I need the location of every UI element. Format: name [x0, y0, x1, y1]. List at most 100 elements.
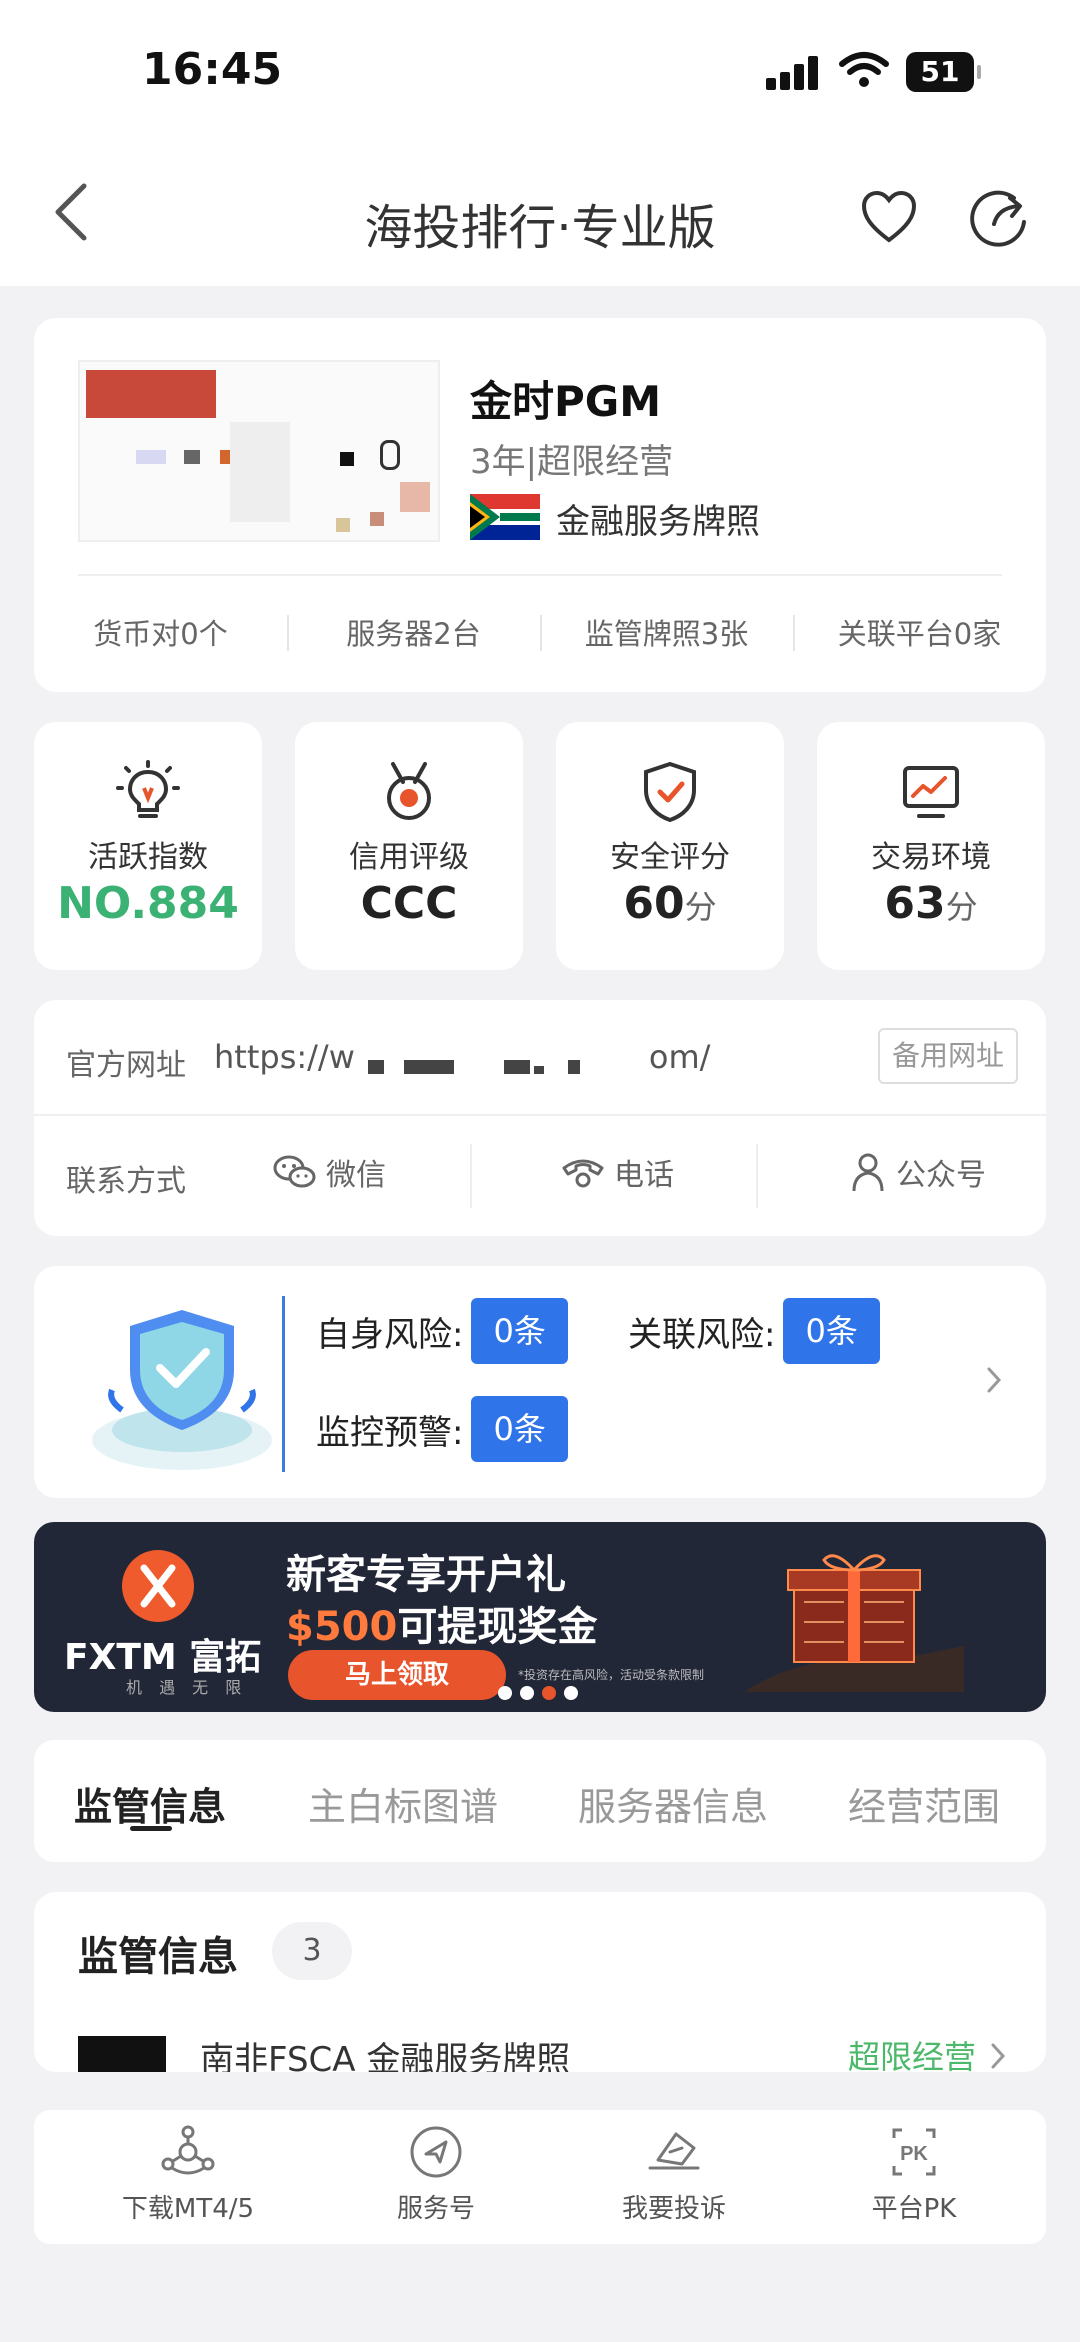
score-value: 60分: [623, 878, 717, 929]
broker-logo: [78, 360, 440, 542]
self-risk[interactable]: 自身风险: 0条: [316, 1298, 568, 1364]
carousel-dot-active[interactable]: [542, 1686, 556, 1700]
wifi-icon: [839, 52, 889, 87]
south-africa-flag-icon: [470, 494, 540, 540]
phone-button[interactable]: 电话: [560, 1150, 674, 1194]
divider: [756, 1144, 758, 1208]
contact-label: 联系方式: [66, 1164, 186, 1199]
service-account-button[interactable]: 服务号: [336, 2124, 536, 2225]
svg-text:PK: PK: [900, 2143, 928, 2165]
shield-check-icon: [644, 761, 696, 823]
redacted-mark: [368, 1060, 384, 1074]
stat-currency-pairs[interactable]: 货币对0个: [34, 611, 287, 653]
fxtm-logo-icon: [122, 1550, 194, 1622]
related-risk-badge: 0条: [783, 1298, 880, 1364]
score-value: 63分: [884, 878, 978, 929]
complaint-icon: [648, 2132, 700, 2170]
chevron-right-icon: [987, 1367, 1002, 1393]
battery-indicator: 51: [906, 52, 981, 92]
stat-licenses[interactable]: 监管牌照3张: [540, 611, 793, 653]
score-tile-activity[interactable]: 活跃指数 NO.884: [34, 722, 262, 970]
divider: [470, 1144, 472, 1208]
redacted-mark: [404, 1060, 454, 1074]
self-risk-badge: 0条: [471, 1298, 568, 1364]
regulation-section: 监管信息 3 南非FSCA 金融服务牌照 超限经营: [34, 1892, 1046, 2072]
score-value: NO.884: [57, 878, 239, 929]
stat-servers[interactable]: 服务器2台: [287, 611, 540, 653]
score-label: 信用评级: [349, 840, 469, 875]
website-label: 官方网址: [66, 1048, 186, 1083]
claim-button[interactable]: 马上领取: [288, 1650, 506, 1700]
banner-title: 新客专享开户礼: [286, 1552, 566, 1598]
stat-related-platforms[interactable]: 关联平台0家: [793, 611, 1046, 653]
score-tile-safety[interactable]: 安全评分 60分: [556, 722, 784, 970]
website-url[interactable]: https://w om/: [214, 1038, 710, 1076]
person-icon: [852, 1153, 884, 1192]
tab-business-scope[interactable]: 经营范围: [848, 1776, 1000, 1831]
bottom-label: 服务号: [396, 2194, 475, 2224]
broker-card: 金时PGM 3年|超限经营 金融服务牌照 货币对0个 服务器2台 监管牌照3张 …: [34, 318, 1046, 692]
banner-disclaimer: *投资存在高风险，活动受条款限制: [518, 1668, 705, 1682]
broker-name: 金时PGM: [470, 377, 662, 426]
header: 16:45 51 海投排行·专业版: [0, 0, 1080, 286]
page-title: 海投排行·专业版: [364, 200, 716, 256]
redacted-mark: [504, 1060, 530, 1074]
related-risk[interactable]: 关联风险: 0条: [628, 1298, 880, 1364]
monitor-warning[interactable]: 监控预警: 0条: [316, 1396, 568, 1462]
banner-brand: FXTM 富拓: [64, 1637, 262, 1678]
score-tile-credit[interactable]: 信用评级 CCC: [295, 722, 523, 970]
medal-icon: [387, 762, 431, 820]
shield-illustration-icon: [92, 1310, 272, 1470]
lightbulb-icon: [116, 760, 180, 818]
score-value: CCC: [360, 878, 458, 929]
phone-icon: [562, 1159, 604, 1188]
license-status: 超限经营: [847, 2038, 976, 2072]
risk-card[interactable]: 自身风险: 0条 关联风险: 0条 监控预警: 0条: [34, 1266, 1046, 1498]
banner-subtitle: $500可提现奖金: [286, 1604, 598, 1650]
tab-server-info[interactable]: 服务器信息: [578, 1776, 768, 1831]
banner-tagline: 机 遇 无 限: [126, 1678, 248, 1697]
carousel-dot[interactable]: [520, 1686, 534, 1700]
complaint-button[interactable]: 我要投诉: [574, 2124, 774, 2225]
monitor-warning-badge: 0条: [471, 1396, 568, 1462]
carousel-dot[interactable]: [564, 1686, 578, 1700]
gift-box-icon: [744, 1554, 964, 1692]
broker-subtitle: 3年|超限经营: [470, 442, 674, 482]
status-time: 16:45: [142, 44, 283, 95]
compass-icon: [410, 2126, 462, 2178]
redacted-mark: [534, 1066, 544, 1074]
pk-icon: PK: [892, 2128, 936, 2176]
promo-banner[interactable]: FXTM 富拓 机 遇 无 限 新客专享开户礼 $500可提现奖金 马上领取 *…: [34, 1522, 1046, 1712]
wechat-button[interactable]: 微信: [272, 1150, 386, 1194]
section-title: 监管信息: [78, 1934, 238, 1980]
share-icon[interactable]: [970, 188, 1030, 248]
divider: [282, 1296, 285, 1472]
count-badge: 3: [272, 1922, 352, 1980]
score-tile-trading-env[interactable]: 交易环境 63分: [817, 722, 1045, 970]
divider: [34, 1114, 1046, 1116]
broker-license: 金融服务牌照: [556, 502, 760, 542]
wechat-icon: [273, 1155, 316, 1188]
tab-regulation[interactable]: 监管信息: [74, 1776, 226, 1831]
score-label: 交易环境: [871, 840, 991, 875]
network-icon: [161, 2125, 215, 2175]
section-tabs: 监管信息 主白标图谱 服务器信息 经营范围: [34, 1740, 1046, 1862]
backup-url-button[interactable]: 备用网址: [878, 1028, 1018, 1084]
platform-pk-button[interactable]: PK 平台PK: [814, 2124, 1014, 2225]
bottom-label: 我要投诉: [621, 2194, 726, 2224]
score-label: 安全评分: [610, 840, 730, 875]
divider: [78, 574, 1002, 576]
heart-icon[interactable]: [860, 190, 918, 244]
carousel-dot[interactable]: [498, 1686, 512, 1700]
license-item-name[interactable]: 南非FSCA 金融服务牌照: [200, 2032, 570, 2072]
official-account-button[interactable]: 公众号: [848, 1150, 986, 1194]
fsca-logo-icon: [78, 2036, 166, 2072]
broker-stats: 货币对0个 服务器2台 监管牌照3张 关联平台0家: [34, 604, 1046, 660]
download-mt4-button[interactable]: 下载MT4/5: [88, 2124, 288, 2225]
score-label: 活跃指数: [88, 840, 208, 875]
bottom-label: 下载MT4/5: [121, 2194, 255, 2224]
chevron-right-icon: [991, 2043, 1006, 2069]
bottom-action-bar: 下载MT4/5 服务号 我要投诉 PK 平台PK: [34, 2110, 1046, 2244]
contact-card: 官方网址 https://w om/ 备用网址 联系方式 微信 电话 公众号: [34, 1000, 1046, 1236]
tab-white-label-map[interactable]: 主白标图谱: [308, 1776, 498, 1831]
